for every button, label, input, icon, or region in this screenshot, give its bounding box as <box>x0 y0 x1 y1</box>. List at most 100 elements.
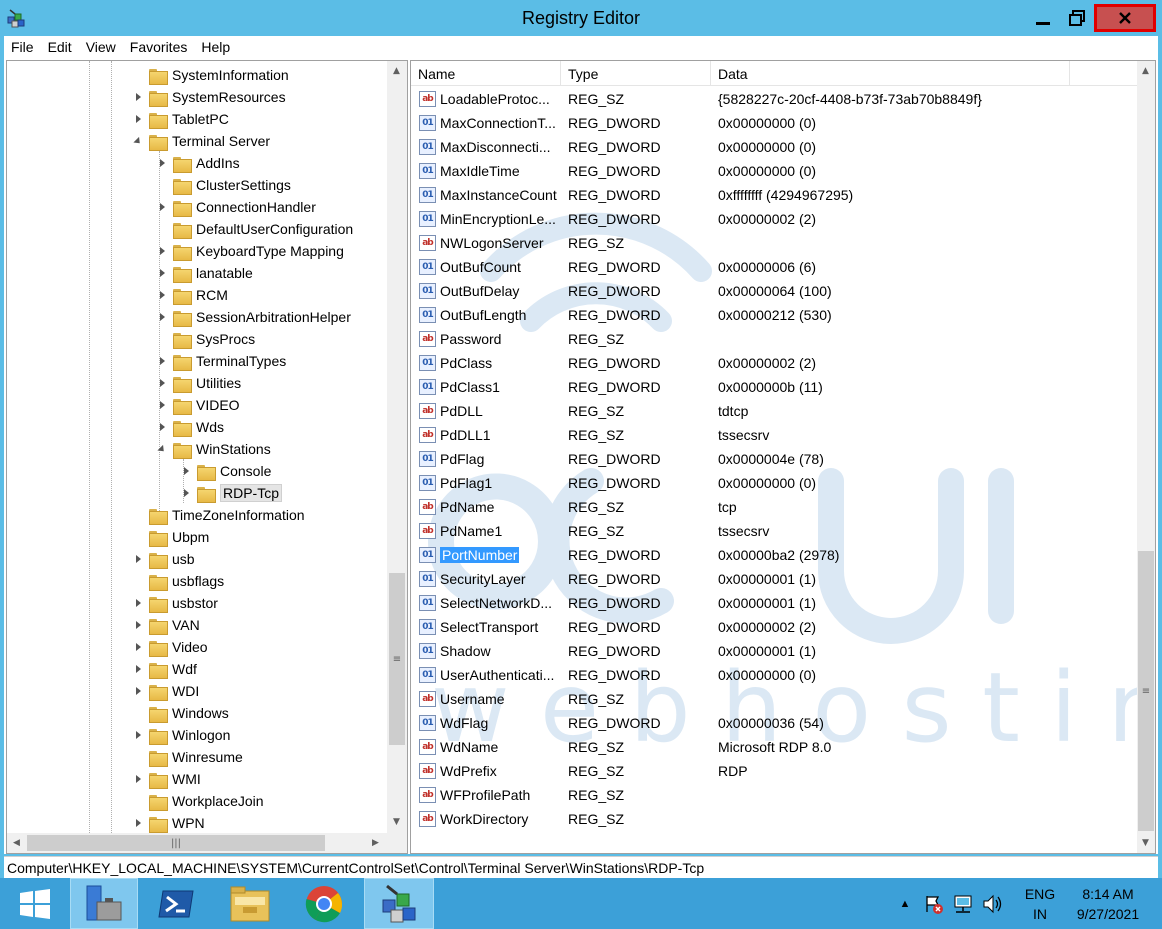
registry-value-row[interactable]: 01 MaxDisconnecti... REG_DWORD 0x00000000 (… <box>411 135 1137 159</box>
scroll-up-arrow-icon[interactable]: ▲ <box>1137 62 1154 79</box>
title-bar[interactable]: Registry Editor <box>0 0 1162 36</box>
expand-arrow-icon[interactable] <box>181 465 193 477</box>
tree-node[interactable]: Ubpm <box>133 526 209 548</box>
tree-hscroll-thumb[interactable]: ||| <box>27 835 325 851</box>
registry-value-row[interactable]: 01 Shadow REG_DWORD 0x00000001 (1) <box>411 639 1137 663</box>
column-header-name[interactable]: Name <box>411 61 561 86</box>
expand-arrow-icon[interactable] <box>157 157 169 169</box>
tree-node[interactable]: TimeZoneInformation <box>133 504 305 526</box>
menu-help[interactable]: Help <box>194 39 237 55</box>
menu-favorites[interactable]: Favorites <box>123 39 195 55</box>
tree-scroll-thumb[interactable]: ≡ <box>389 573 405 745</box>
registry-value-row[interactable]: ab Password REG_SZ <box>411 327 1137 351</box>
registry-value-row[interactable]: 01 PdClass REG_DWORD 0x00000002 (2) <box>411 351 1137 375</box>
tree-node[interactable]: AddIns <box>157 152 240 174</box>
registry-value-row[interactable]: ab Username REG_SZ <box>411 687 1137 711</box>
registry-value-row[interactable]: 01 PdFlag1 REG_DWORD 0x00000000 (0) <box>411 471 1137 495</box>
tree-node[interactable]: WMI <box>133 768 201 790</box>
tree-node[interactable]: DefaultUserConfiguration <box>157 218 353 240</box>
collapse-arrow-icon[interactable] <box>133 135 145 147</box>
registry-value-row[interactable]: ab LoadableProtoc... REG_SZ {5828227c-20cf-… <box>411 87 1137 111</box>
registry-value-row[interactable]: 01 PdClass1 REG_DWORD 0x0000000b (11) <box>411 375 1137 399</box>
tree-node[interactable]: WinStations <box>157 438 271 460</box>
input-language-indicator[interactable]: ENG IN <box>1018 878 1062 929</box>
tree-node[interactable]: ConnectionHandler <box>157 196 316 218</box>
expand-arrow-icon[interactable] <box>133 641 145 653</box>
scroll-down-arrow-icon[interactable]: ▼ <box>388 813 405 830</box>
tree-node[interactable]: Winlogon <box>133 724 230 746</box>
expand-arrow-icon[interactable] <box>133 619 145 631</box>
registry-value-row[interactable]: ab PdName1 REG_SZ tssecsrv <box>411 519 1137 543</box>
taskbar-registry-editor[interactable] <box>364 878 434 929</box>
menu-edit[interactable]: Edit <box>41 39 79 55</box>
registry-value-row[interactable]: 01 MaxInstanceCount REG_DWORD 0xffffffff (4… <box>411 183 1137 207</box>
tree-node[interactable]: usbstor <box>133 592 218 614</box>
tree-vertical-scrollbar[interactable]: ▲ ≡ ▼ <box>387 61 407 833</box>
tree-node[interactable]: TabletPC <box>133 108 229 130</box>
registry-value-row[interactable]: 01 MaxIdleTime REG_DWORD 0x00000000 (0) <box>411 159 1137 183</box>
menu-file[interactable]: File <box>4 39 41 55</box>
scroll-left-arrow-icon[interactable]: ◀ <box>8 834 25 851</box>
expand-arrow-icon[interactable] <box>157 311 169 323</box>
tree-node[interactable]: lanatable <box>157 262 253 284</box>
tree-node[interactable]: VAN <box>133 614 200 636</box>
menu-view[interactable]: View <box>79 39 123 55</box>
registry-value-row[interactable]: 01 OutBufLength REG_DWORD 0x00000212 (530) <box>411 303 1137 327</box>
tree-node[interactable]: KeyboardType Mapping <box>157 240 344 262</box>
expand-arrow-icon[interactable] <box>157 289 169 301</box>
tree-node[interactable]: VIDEO <box>157 394 240 416</box>
registry-value-row[interactable]: 01 PdFlag REG_DWORD 0x0000004e (78) <box>411 447 1137 471</box>
volume-icon[interactable] <box>982 894 1004 914</box>
registry-value-row[interactable]: ab PdDLL1 REG_SZ tssecsrv <box>411 423 1137 447</box>
expand-arrow-icon[interactable] <box>133 729 145 741</box>
tree-node[interactable]: Windows <box>133 702 229 724</box>
registry-value-row[interactable]: ab WFProfilePath REG_SZ <box>411 783 1137 807</box>
expand-arrow-icon[interactable] <box>133 91 145 103</box>
tree-node[interactable]: RDP-Tcp <box>181 482 283 504</box>
registry-value-row[interactable]: 01 SelectNetworkD... REG_DWORD 0x00000001 (… <box>411 591 1137 615</box>
tree-node[interactable]: usbflags <box>133 570 224 592</box>
taskbar-file-explorer[interactable] <box>214 878 286 929</box>
taskbar-chrome[interactable] <box>288 878 360 929</box>
expand-arrow-icon[interactable] <box>133 817 145 829</box>
collapse-arrow-icon[interactable] <box>157 443 169 455</box>
taskbar-server-manager[interactable] <box>70 878 138 929</box>
registry-value-row[interactable]: 01 UserAuthenticati... REG_DWORD 0x00000000… <box>411 663 1137 687</box>
tree-node[interactable]: Wdf <box>133 658 197 680</box>
tree-node[interactable]: TerminalTypes <box>157 350 286 372</box>
registry-value-row[interactable]: ab WdName REG_SZ Microsoft RDP 8.0 <box>411 735 1137 759</box>
tree-node[interactable]: WDI <box>133 680 199 702</box>
scroll-down-arrow-icon[interactable]: ▼ <box>1137 834 1154 851</box>
scroll-right-arrow-icon[interactable]: ▶ <box>367 834 384 851</box>
tree-node[interactable]: Winresume <box>133 746 243 768</box>
registry-value-row[interactable]: ab NWLogonServer REG_SZ <box>411 231 1137 255</box>
action-center-icon[interactable] <box>924 894 944 914</box>
registry-value-row[interactable]: 01 SecurityLayer REG_DWORD 0x00000001 (1) <box>411 567 1137 591</box>
registry-value-row[interactable]: 01 MaxConnectionT... REG_DWORD 0x00000000 (… <box>411 111 1137 135</box>
tree-node[interactable]: ClusterSettings <box>157 174 291 196</box>
tree-node[interactable]: Wds <box>157 416 224 438</box>
expand-arrow-icon[interactable] <box>133 685 145 697</box>
expand-arrow-icon[interactable] <box>157 399 169 411</box>
list-vertical-scrollbar[interactable]: ▲ ≡ ▼ <box>1137 61 1155 853</box>
expand-arrow-icon[interactable] <box>157 245 169 257</box>
column-header-data[interactable]: Data <box>711 61 1070 86</box>
tree-node[interactable]: SystemInformation <box>133 64 289 86</box>
registry-value-row[interactable]: ab WorkDirectory REG_SZ <box>411 807 1137 831</box>
tree-node[interactable]: SysProcs <box>157 328 255 350</box>
tree-node[interactable]: Utilities <box>157 372 241 394</box>
tree-node[interactable]: WorkplaceJoin <box>133 790 264 812</box>
close-button[interactable] <box>1094 4 1156 32</box>
tree-node[interactable]: SystemResources <box>133 86 286 108</box>
expand-arrow-icon[interactable] <box>157 421 169 433</box>
expand-arrow-icon[interactable] <box>181 487 193 499</box>
registry-value-row[interactable]: 01 WdFlag REG_DWORD 0x00000036 (54) <box>411 711 1137 735</box>
tree-node[interactable]: WPN <box>133 812 205 833</box>
registry-value-row[interactable]: 01 SelectTransport REG_DWORD 0x00000002 (2) <box>411 615 1137 639</box>
tree-node[interactable]: Video <box>133 636 208 658</box>
registry-value-row[interactable]: ab PdName REG_SZ tcp <box>411 495 1137 519</box>
expand-arrow-icon[interactable] <box>133 773 145 785</box>
start-button[interactable] <box>0 878 70 929</box>
clock[interactable]: 8:14 AM 9/27/2021 <box>1068 878 1148 929</box>
expand-arrow-icon[interactable] <box>157 201 169 213</box>
